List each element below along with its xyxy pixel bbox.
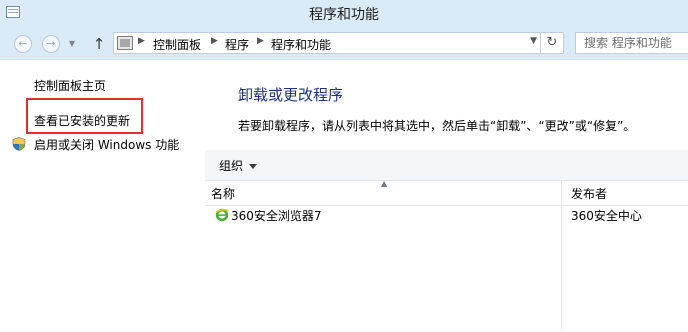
page-title: 卸载或更改程序	[238, 86, 344, 104]
program-name: 360安全浏览器7	[231, 209, 322, 223]
breadcrumb-programs[interactable]: 程序	[225, 36, 249, 53]
organize-label: 组织	[219, 159, 244, 173]
title-bar: 程序和功能	[0, 0, 688, 28]
sidebar-link-windows-features[interactable]: 启用或关闭 Windows 功能	[34, 136, 179, 153]
breadcrumb-programs-and-features[interactable]: 程序和功能	[271, 36, 331, 53]
program-row[interactable]: 360安全浏览器7 360安全中心	[205, 204, 688, 331]
chevron-down-icon	[249, 164, 258, 169]
sidebar-link-view-installed-updates[interactable]: 查看已安装的更新	[34, 112, 130, 129]
column-header-name[interactable]: 名称	[211, 185, 235, 202]
column-divider[interactable]	[561, 181, 562, 205]
list-column-header: 名称 ▲ 发布者	[205, 179, 688, 206]
forward-arrow-icon[interactable]: →	[42, 35, 60, 53]
navigation-bar: ← → ▼ ↑ ▶ 控制面板 ▶ 程序 ▶ 程序和功能 ▼ ↻	[0, 28, 688, 60]
search-input[interactable]	[576, 33, 688, 53]
address-dropdown-icon[interactable]: ▼	[530, 36, 537, 46]
breadcrumb-separator[interactable]: ▶	[211, 36, 218, 46]
breadcrumb-control-panel[interactable]: 控制面板	[153, 36, 201, 53]
breadcrumb-separator[interactable]: ▶	[138, 36, 145, 46]
search-box[interactable]	[575, 32, 688, 54]
organize-menu-button[interactable]: 组织	[219, 157, 258, 174]
command-toolbar: 组织	[205, 150, 688, 181]
back-arrow-icon[interactable]: ←	[14, 35, 32, 53]
up-arrow-icon[interactable]: ↑	[91, 34, 107, 54]
address-bar[interactable]: ▶ 控制面板 ▶ 程序 ▶ 程序和功能 ▼ ↻	[113, 32, 564, 54]
program-publisher: 360安全中心	[571, 209, 642, 223]
breadcrumb-separator[interactable]: ▶	[257, 36, 264, 46]
column-header-publisher[interactable]: 发布者	[571, 185, 607, 202]
column-divider	[561, 204, 562, 331]
uac-shield-icon	[12, 137, 26, 151]
sort-ascending-icon: ▲	[381, 179, 388, 188]
refresh-icon[interactable]: ↻	[540, 33, 563, 53]
control-panel-icon	[117, 36, 133, 50]
sidebar-link-control-panel-home[interactable]: 控制面板主页	[34, 77, 106, 94]
360-browser-icon	[215, 208, 229, 222]
page-description: 若要卸载程序，请从列表中将其选中，然后单击“卸载”、“更改”或“修复”。	[238, 119, 636, 133]
recent-locations-dropdown[interactable]: ▼	[67, 37, 77, 51]
window-title: 程序和功能	[309, 7, 379, 23]
